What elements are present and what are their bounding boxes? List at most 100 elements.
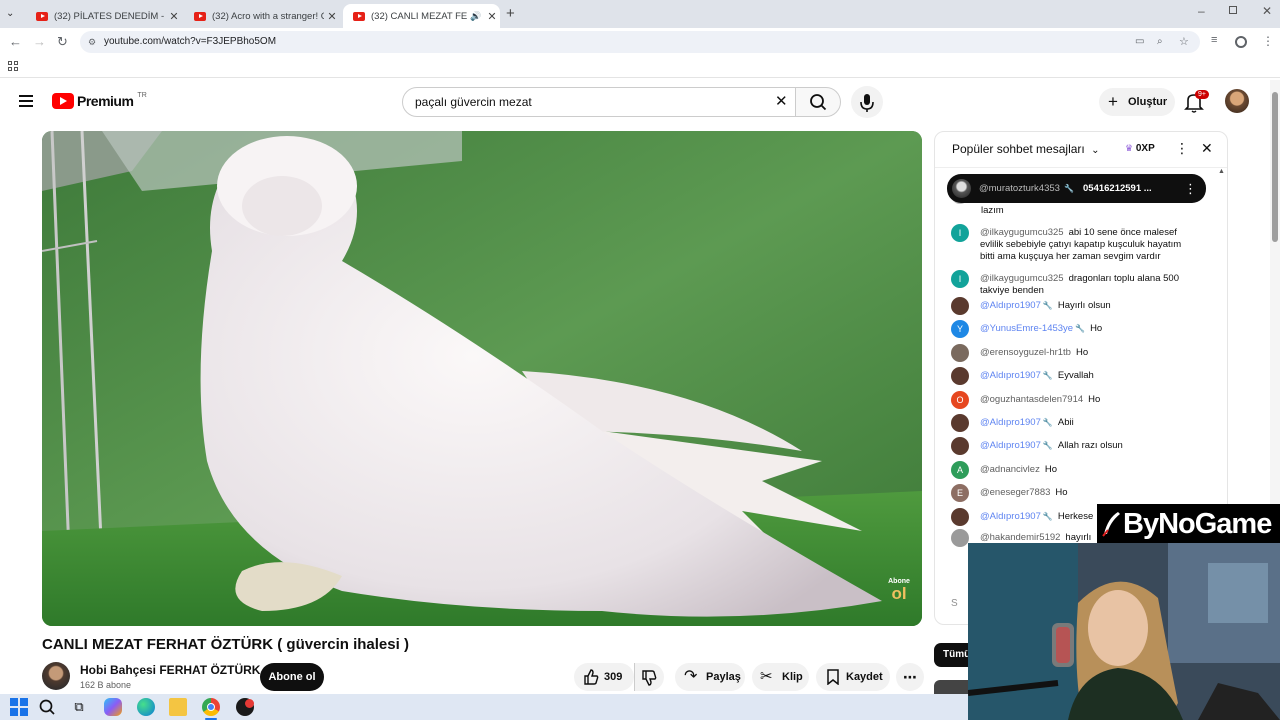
chat-avatar[interactable] — [951, 529, 969, 547]
forward-arrow-icon[interactable]: → — [33, 34, 46, 49]
chat-author[interactable]: @erensoyguzel-hr1tb — [980, 347, 1071, 358]
chat-avatar[interactable] — [951, 367, 969, 385]
points-badge[interactable]: ♛ 0XP — [1125, 143, 1155, 154]
cast-icon[interactable]: ▭ — [1135, 31, 1144, 53]
create-button[interactable]: + Oluştur — [1099, 88, 1175, 116]
pinned-menu-icon[interactable]: ⋮ — [1184, 174, 1197, 203]
chat-author[interactable]: @Aldıpro1907 — [980, 417, 1041, 428]
chat-message[interactable]: I @ilkaygugumcu325 dragonları toplu alana … — [951, 270, 1187, 297]
chat-author[interactable]: @eneseger7883 — [980, 487, 1050, 498]
chat-author[interactable]: @Aldıpro1907 — [980, 511, 1041, 522]
chat-avatar[interactable]: E — [951, 484, 969, 502]
edge-icon[interactable] — [137, 698, 155, 716]
chat-mode-selector[interactable]: Popüler sohbet mesajları ⌄ — [952, 142, 1099, 156]
chat-text: Allah razı olsun — [1057, 440, 1123, 451]
hamburger-menu-icon[interactable] — [19, 95, 33, 107]
task-view-icon[interactable]: ⧉ — [70, 698, 88, 716]
chat-message[interactable]: A @adnancivlez Ho — [951, 461, 1187, 479]
chat-message[interactable]: @Aldıpro1907 🔧 Hayırlı olsun — [951, 297, 1187, 315]
reload-icon[interactable]: ↻ — [57, 34, 68, 50]
chat-message[interactable]: O @oguzhantasdelen7914 Ho — [951, 391, 1187, 409]
restore-icon[interactable] — [1229, 6, 1237, 14]
chat-avatar[interactable]: I — [951, 224, 969, 242]
back-arrow-icon[interactable]: ← — [9, 34, 22, 49]
clear-search-icon[interactable]: ✕ — [775, 88, 788, 116]
browser-tab-1[interactable]: (32) PİLATES DENEDİM - YouTube ✕ — [26, 4, 182, 28]
like-button[interactable]: 309 — [574, 663, 634, 691]
save-button[interactable]: Kaydet — [816, 663, 890, 691]
chat-text: Ho — [1075, 347, 1089, 358]
search-button[interactable] — [795, 87, 841, 117]
profile-icon[interactable] — [1235, 36, 1247, 48]
zoom-icon[interactable]: ⌕ — [1157, 31, 1163, 53]
clip-button[interactable]: ✂ Klip — [752, 663, 809, 691]
channel-name[interactable]: Hobi Bahçesi FERHAT ÖZTÜRK — [80, 663, 260, 677]
more-actions-button[interactable]: ⋯ — [896, 663, 924, 691]
chat-message[interactable]: @Aldıpro1907 🔧 Abii — [951, 414, 1187, 432]
media-control-icon[interactable]: ≡ — [1211, 34, 1217, 46]
channel-avatar[interactable] — [42, 662, 70, 690]
chat-message[interactable]: @Aldıpro1907 🔧 Allah razı olsun — [951, 437, 1187, 455]
chat-avatar[interactable]: A — [951, 461, 969, 479]
browser-tab-2[interactable]: (32) Acro with a stranger! Check ✕ — [184, 4, 340, 28]
chat-scroll-up-icon[interactable]: ▲ — [1218, 168, 1225, 175]
new-tab-icon[interactable]: + — [506, 5, 515, 22]
close-chat-icon[interactable]: ✕ — [1201, 140, 1213, 157]
browser-tab-3[interactable]: (32) CANLI MEZAT FERHAT 🔊 ✕ — [343, 4, 500, 28]
chat-avatar[interactable]: I — [951, 270, 969, 288]
close-tab-icon[interactable]: ✕ — [324, 10, 340, 23]
chat-avatar[interactable] — [951, 508, 969, 526]
chat-author[interactable]: @oguzhantasdelen7914 — [980, 394, 1083, 405]
bookmark-star-icon[interactable]: ☆ — [1179, 31, 1189, 53]
share-button[interactable]: ↷ Paylaş — [675, 663, 745, 691]
tab-search-icon[interactable]: ⌄ — [6, 8, 20, 20]
voice-search-button[interactable] — [851, 86, 883, 118]
chat-avatar[interactable] — [951, 437, 969, 455]
youtube-logo[interactable]: Premium TR — [52, 92, 147, 109]
minimize-icon[interactable]: – — [1198, 4, 1205, 18]
close-window-icon[interactable]: ✕ — [1262, 4, 1272, 18]
chat-avatar[interactable] — [951, 414, 969, 432]
pinned-message[interactable]: @muratozturk4353 🔧 05416212591 ... ⋮ — [947, 174, 1206, 203]
close-tab-icon[interactable]: ✕ — [484, 10, 500, 23]
browser-menu-icon[interactable]: ⋮ — [1262, 34, 1274, 48]
chat-author[interactable]: @hakandemir5192 — [980, 532, 1060, 543]
chat-message[interactable]: Y @YunusEmre-1453ye 🔧 Ho — [951, 320, 1187, 338]
close-tab-icon[interactable]: ✕ — [166, 10, 182, 23]
chrome-icon[interactable] — [202, 698, 220, 716]
copilot-icon[interactable] — [104, 698, 122, 716]
chat-author[interactable]: @ilkaygugumcu325 — [980, 227, 1064, 238]
speaker-icon[interactable]: 🔊 — [468, 11, 484, 22]
app-icon[interactable] — [236, 698, 254, 716]
account-avatar[interactable] — [1225, 89, 1249, 113]
chat-author[interactable]: @YunusEmre-1453ye — [980, 323, 1073, 334]
chat-text: Herkese — [1057, 511, 1094, 522]
dislike-button[interactable] — [634, 663, 664, 691]
chat-avatar[interactable] — [951, 344, 969, 362]
chat-menu-icon[interactable]: ⋮ — [1175, 140, 1189, 157]
chat-message[interactable]: I @ilkaygugumcu325 abi 10 sene önce malese… — [951, 224, 1187, 263]
video-player[interactable]: Abone ol — [42, 131, 922, 626]
chat-message[interactable]: @erensoyguzel-hr1tb Ho — [951, 344, 1187, 362]
chat-message[interactable]: E @eneseger7883 Ho — [951, 484, 1187, 502]
subscribe-watermark[interactable]: Abone ol — [885, 578, 913, 610]
file-explorer-icon[interactable] — [169, 698, 187, 716]
chat-author[interactable]: @adnancivlez — [980, 464, 1040, 475]
notifications-button[interactable]: 9+ — [1183, 90, 1209, 114]
site-info-icon[interactable]: ⚙ — [88, 31, 96, 53]
chat-avatar[interactable] — [951, 297, 969, 315]
chat-author[interactable]: @Aldıpro1907 — [980, 300, 1041, 311]
search-icon[interactable] — [38, 698, 56, 716]
scrollbar-thumb[interactable] — [1272, 92, 1278, 242]
apps-grid-icon[interactable] — [8, 61, 18, 71]
chat-message[interactable]: @Aldıpro1907 🔧 Eyvallah — [951, 367, 1187, 385]
chat-avatar[interactable]: Y — [951, 320, 969, 338]
chat-author[interactable]: @Aldıpro1907 — [980, 440, 1041, 451]
url-field[interactable]: ⚙ youtube.com/watch?v=F3JEPBho5OM ▭ ⌕ ☆ — [80, 31, 1200, 53]
chat-avatar[interactable]: O — [951, 391, 969, 409]
chat-author[interactable]: @Aldıpro1907 — [980, 370, 1041, 381]
chat-author[interactable]: @ilkaygugumcu325 — [980, 273, 1064, 284]
subscribe-button[interactable]: Abone ol — [260, 663, 324, 691]
windows-icon[interactable] — [10, 698, 28, 716]
search-input[interactable]: paçalı güvercin mezat ✕ — [402, 87, 796, 117]
